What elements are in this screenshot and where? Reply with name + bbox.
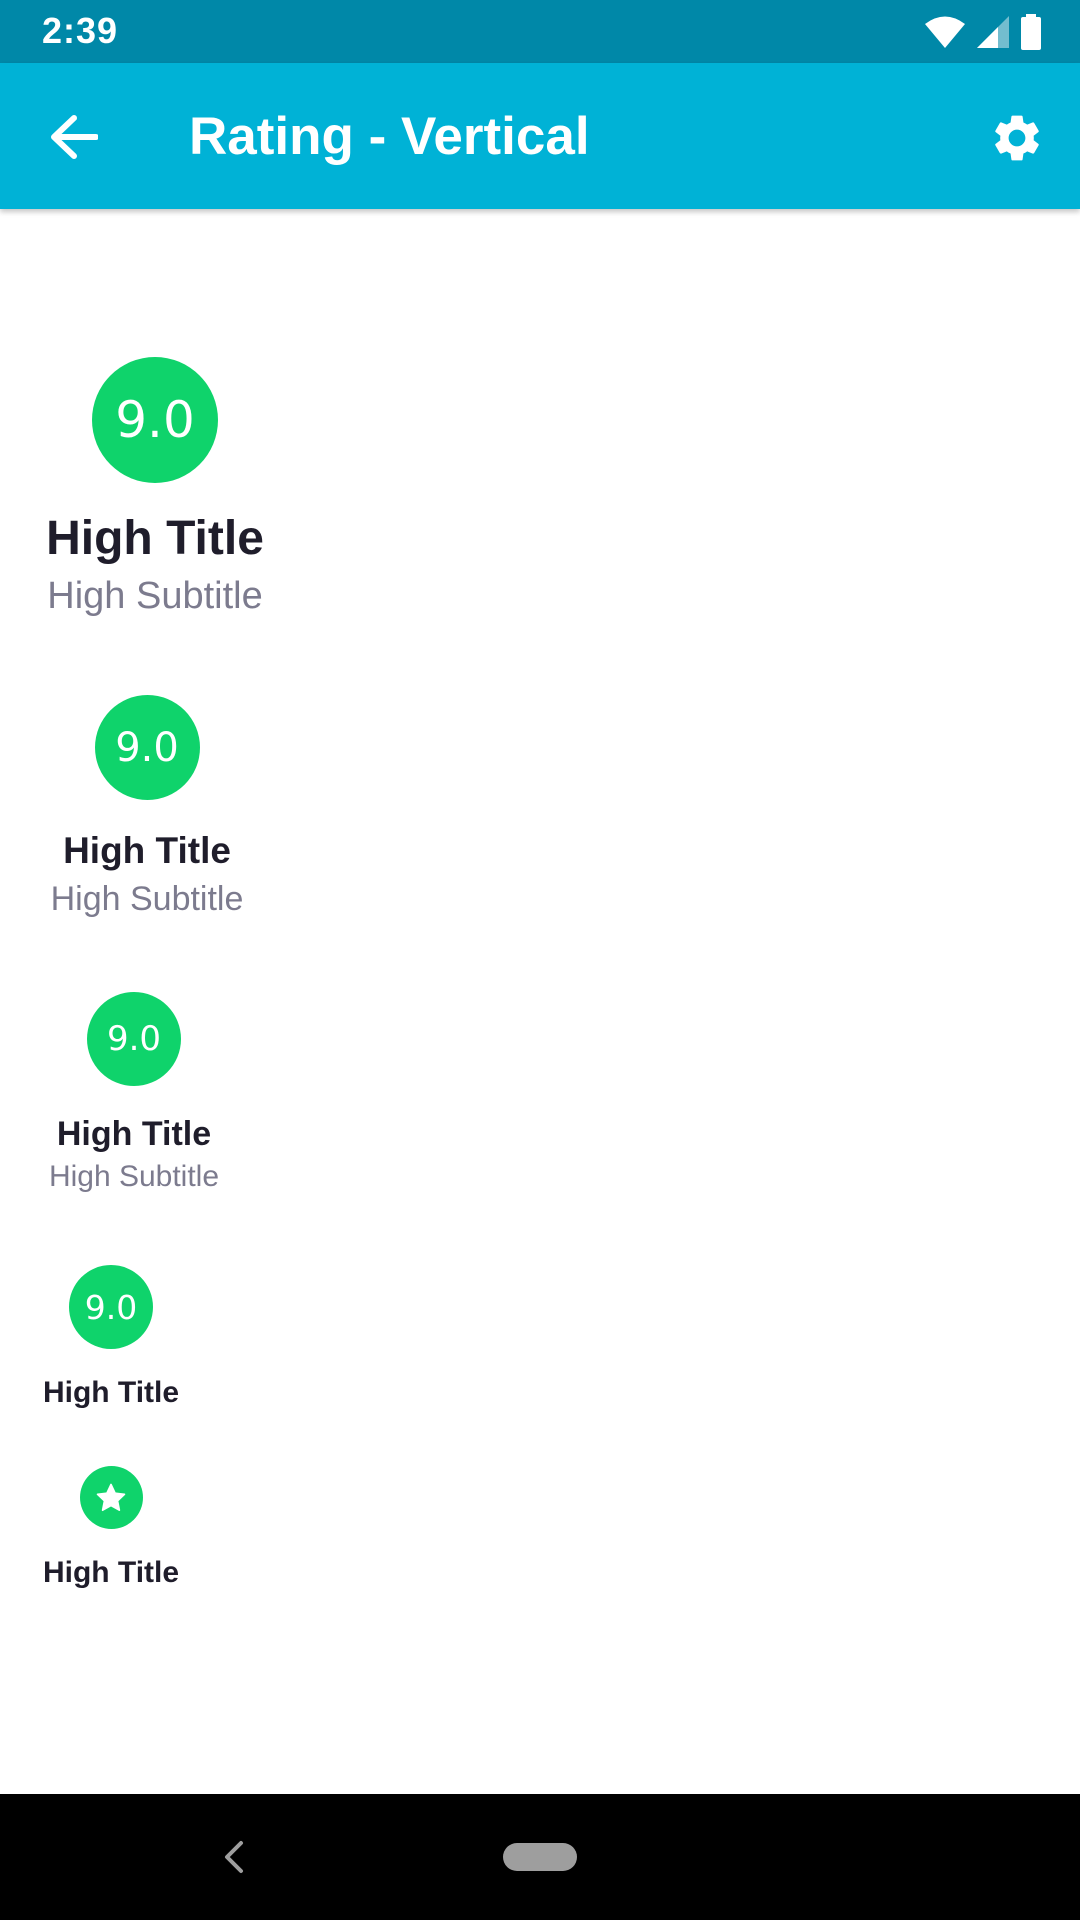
rating-item: High Title — [42, 1466, 180, 1591]
nav-back-button[interactable] — [212, 1830, 256, 1884]
rating-badge — [79, 1466, 143, 1529]
rating-subtitle: High Subtitle — [47, 575, 263, 617]
rating-badge: 9.0 — [87, 992, 181, 1086]
home-pill-icon[interactable] — [503, 1843, 577, 1871]
rating-title: High Title — [63, 830, 231, 871]
rating-badge: 9.0 — [69, 1265, 153, 1349]
rating-item: 9.0 High Title High Subtitle — [42, 357, 268, 619]
battery-icon — [1021, 14, 1041, 50]
rating-title: High Title — [42, 1376, 180, 1409]
rating-item: 9.0 High Title — [42, 1265, 180, 1411]
status-icons — [924, 14, 1042, 50]
app-bar: Rating - Vertical — [0, 63, 1080, 209]
gear-icon — [995, 115, 1039, 161]
rating-badge: 9.0 — [92, 357, 218, 483]
settings-button[interactable] — [982, 103, 1052, 173]
cellular-signal-icon — [977, 16, 1009, 48]
page-title: Rating - Vertical — [189, 107, 590, 166]
rating-subtitle: High Subtitle — [48, 1160, 220, 1193]
wifi-icon — [925, 16, 965, 48]
chevron-left-icon — [225, 1841, 243, 1873]
back-button[interactable] — [40, 103, 108, 171]
rating-badge: 9.0 — [94, 695, 200, 800]
arrow-left-icon — [51, 115, 98, 159]
status-bar: 2:39 — [0, 0, 1080, 63]
rating-item: 9.0 High Title High Subtitle — [42, 695, 252, 920]
status-time: 2:39 — [42, 10, 119, 51]
rating-title: High Title — [42, 1556, 180, 1589]
rating-item: 9.0 High Title High Subtitle — [42, 992, 226, 1196]
rating-title: High Title — [46, 512, 264, 565]
rating-subtitle: High Subtitle — [50, 880, 244, 918]
star-icon — [96, 1483, 126, 1511]
rating-title: High Title — [56, 1115, 212, 1153]
